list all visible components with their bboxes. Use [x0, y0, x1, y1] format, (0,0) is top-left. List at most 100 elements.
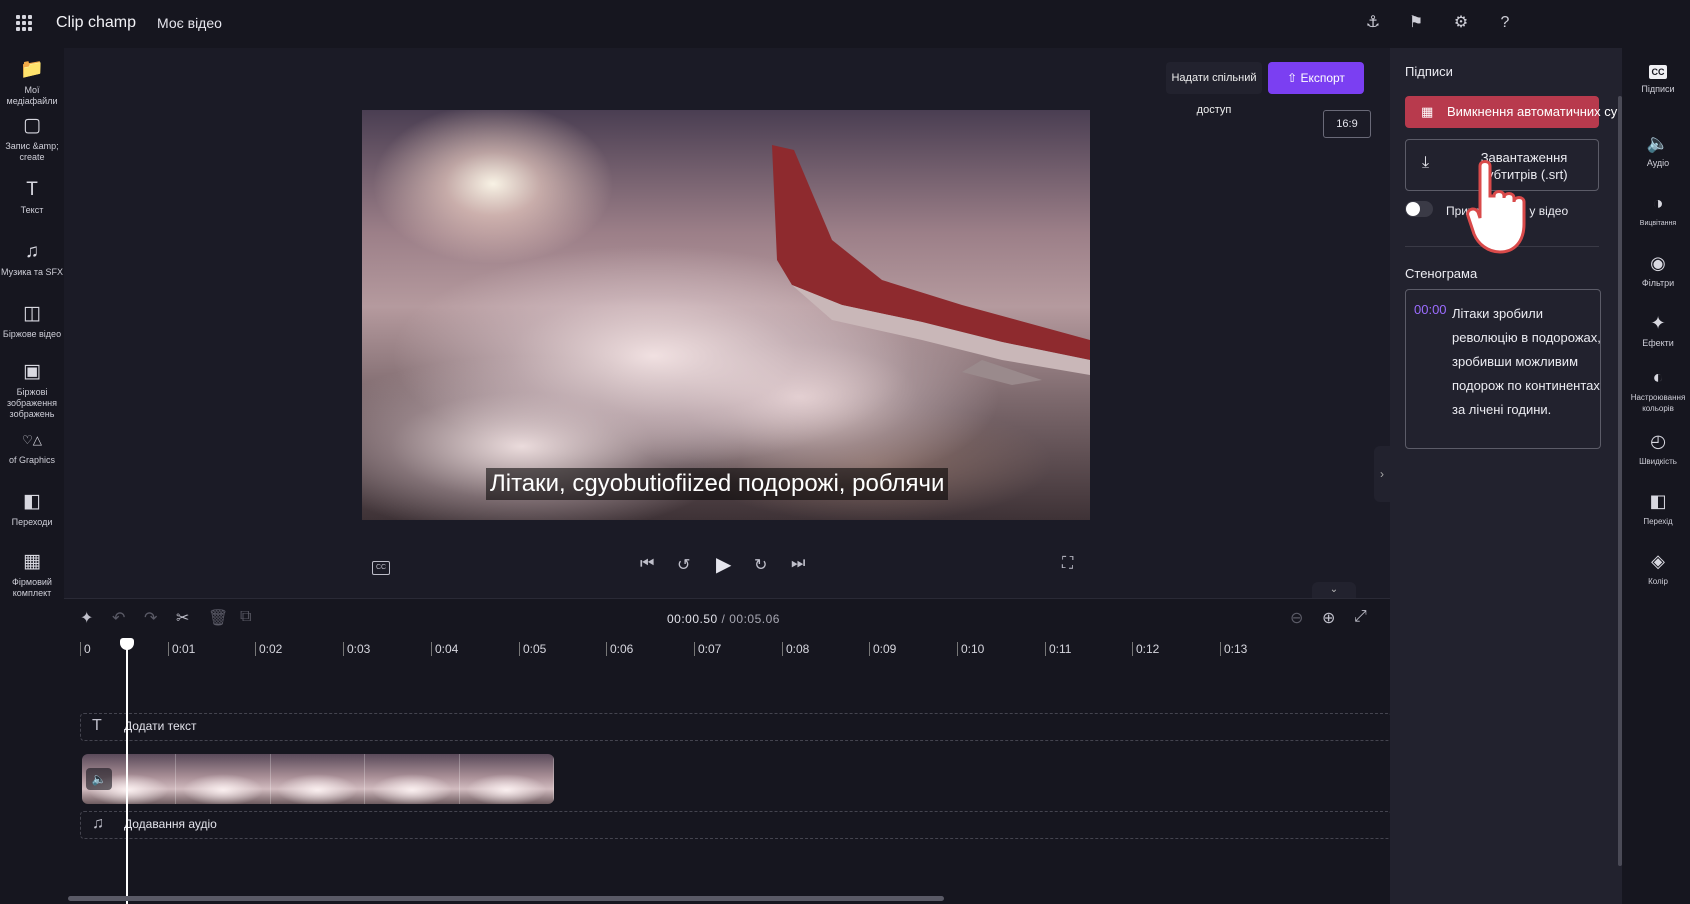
app-launcher-icon[interactable] [16, 15, 32, 31]
palette-icon: ◈ [1651, 551, 1665, 571]
sidebar-item-my-media[interactable]: 📁 Мої медіафайли [0, 58, 64, 107]
sidebar-item-stock-video[interactable]: ◫ Біржове відео [0, 302, 64, 340]
fullscreen-icon[interactable]: ⛶ [1062, 555, 1073, 573]
magic-wand-icon: ✦ [1650, 313, 1666, 333]
audio-track[interactable] [80, 811, 1392, 839]
transcript-timestamp[interactable]: 00:00 [1414, 302, 1447, 317]
hand-pointer-icon [1466, 160, 1526, 254]
fit-timeline-icon[interactable]: ⤢ [1354, 608, 1367, 626]
ruler-tick: 0:03 [343, 642, 370, 656]
export-label: Експорт [1300, 71, 1345, 85]
timeline-scrollbar[interactable] [68, 896, 944, 901]
rightbar-item-label: Швидкість [1639, 457, 1677, 466]
my-video-link[interactable]: Моє відео [157, 15, 222, 31]
zoom-in-icon[interactable]: ⊕ [1322, 608, 1335, 628]
text-track[interactable] [80, 713, 1392, 741]
audio-track-icon: ♫ [92, 815, 104, 832]
sidebar-item-label: Переходи [11, 517, 53, 527]
export-button[interactable]: ⇧ Експорт [1268, 62, 1364, 94]
skip-to-end-icon[interactable]: ⏭ [791, 555, 805, 573]
split-icon[interactable]: ✂ [176, 608, 189, 628]
properties-bar [1622, 48, 1690, 904]
music-icon: ♫ [24, 241, 40, 262]
rightbar-item-label: Підписи [1641, 84, 1675, 94]
text-track-icon: T [92, 717, 102, 734]
ruler-tick: 0:05 [519, 642, 546, 656]
help-icon[interactable]: ? [1494, 12, 1516, 34]
add-audio-label[interactable]: Додавання аудіо [124, 817, 217, 831]
right-panel-collapse-icon[interactable]: › [1374, 446, 1390, 502]
rightbar-item-speed[interactable]: ◴ Швидкість [1626, 430, 1690, 467]
transcript-text[interactable]: Літаки зробили революцію в подорожах, зр… [1452, 302, 1602, 422]
ruler-tick: 0:07 [694, 642, 721, 656]
play-icon[interactable]: ▶ [716, 552, 731, 577]
sidebar-item-brand-kit[interactable]: ▦ Фірмовий комплект [0, 550, 64, 599]
transition-icon: ◧ [23, 491, 41, 512]
rewind-5s-icon[interactable]: ↺ [677, 555, 690, 575]
speedometer-icon: ◴ [1650, 431, 1666, 451]
ruler-tick: 0:11 [1045, 642, 1071, 656]
zoom-out-icon[interactable]: ⊖ [1290, 608, 1303, 628]
rightbar-item-label: Аудіо [1646, 158, 1670, 168]
rightbar-item-captions[interactable]: CC Підписи [1626, 58, 1690, 95]
clip-frame [176, 754, 271, 804]
rightbar-item-label: Перехід [1643, 517, 1673, 526]
flag-icon[interactable]: ⚑ [1405, 12, 1427, 34]
duplicate-icon[interactable]: ⧉ [240, 608, 251, 626]
sidebar-item-label: Фірмовий комплект [12, 577, 52, 598]
ruler-tick: 0:01 [168, 642, 195, 656]
sidebar-item-text[interactable]: T Текст [0, 178, 64, 216]
timeline-collapse-icon[interactable]: ⌄ [1312, 582, 1356, 598]
aspect-ratio-button[interactable]: 16:9 [1323, 110, 1371, 138]
ruler-tick: 0:13 [1220, 642, 1247, 656]
redo-icon[interactable]: ↷ [144, 608, 157, 628]
clip-audio-icon[interactable]: 🔈 [86, 768, 112, 790]
transition-icon: ◧ [1649, 491, 1667, 511]
undo-icon[interactable]: ↶ [112, 608, 125, 628]
captions-toggle-icon[interactable]: CC [372, 561, 390, 575]
rightbar-item-color-adjust[interactable]: ◐ Настроювання кольорів [1626, 366, 1690, 414]
ruler-tick: 0:04 [431, 642, 458, 656]
shapes-icon: ♡△ [22, 433, 42, 447]
skip-to-start-icon[interactable]: ⏮ [640, 555, 654, 573]
rightbar-item-color[interactable]: ◈ Колір [1626, 550, 1690, 587]
magic-icon[interactable]: ✦ [80, 608, 93, 628]
sidebar-item-music-sfx[interactable]: ♫ Музика та SFX [0, 240, 64, 278]
disable-auto-captions-button[interactable]: ▦ Вимкнення автоматичних субтитрів [1405, 96, 1661, 128]
caption-overlay: Літаки, cgyobutiofiized подорожі, робляч… [486, 468, 949, 500]
feedback-icon[interactable]: ⚓ [1362, 12, 1384, 34]
forward-5s-icon[interactable]: ↻ [754, 555, 767, 575]
text-icon: T [26, 179, 38, 200]
sidebar-item-record-create[interactable]: ▢ Запис &amp; create [0, 114, 64, 163]
sidebar-item-label: Мої медіафайли [6, 85, 58, 106]
time-separator: / [717, 612, 730, 626]
top-bar [0, 0, 1690, 48]
sidebar-item-graphics[interactable]: ♡△ of Graphics [0, 428, 64, 466]
total-time: 00:05.06 [729, 612, 780, 626]
sidebar-item-label: Музика та SFX [1, 267, 63, 277]
sidebar-item-stock-images[interactable]: ▣ Біржові зображення зображень [0, 360, 64, 420]
playhead[interactable] [126, 638, 128, 904]
rightbar-item-filters[interactable]: ◉ Фільтри [1626, 252, 1690, 289]
gear-icon[interactable]: ⚙ [1450, 12, 1472, 34]
share-button[interactable]: Надати спільний доступ [1166, 62, 1262, 116]
sidebar-item-label: of Graphics [8, 455, 56, 465]
add-text-label[interactable]: Додати текст [124, 719, 197, 733]
sidebar-item-label: Біржове відео [2, 329, 62, 339]
hide-captions-toggle[interactable] [1405, 201, 1433, 217]
rightbar-item-label: Настроювання кольорів [1630, 393, 1686, 413]
rightbar-item-fade[interactable]: ◑ Вицвітання [1626, 192, 1690, 229]
app-title: Clip champ [56, 14, 137, 31]
film-icon: ◫ [23, 303, 41, 324]
video-preview [362, 110, 1090, 520]
video-clip[interactable] [82, 754, 554, 804]
sidebar-item-transitions[interactable]: ◧ Переходи [0, 490, 64, 528]
sidebar-item-label: Текст [20, 205, 44, 215]
rightbar-item-effects[interactable]: ✦ Ефекти [1626, 312, 1690, 349]
current-time: 00:00.50 [667, 612, 718, 626]
clip-frame [270, 754, 366, 804]
delete-icon[interactable]: 🗑 [208, 608, 228, 628]
sidebar-item-label: Запис &amp; create [5, 141, 59, 162]
rightbar-item-transition[interactable]: ◧ Перехід [1626, 490, 1690, 527]
rightbar-item-audio[interactable]: 🔈 Аудіо [1626, 132, 1690, 169]
